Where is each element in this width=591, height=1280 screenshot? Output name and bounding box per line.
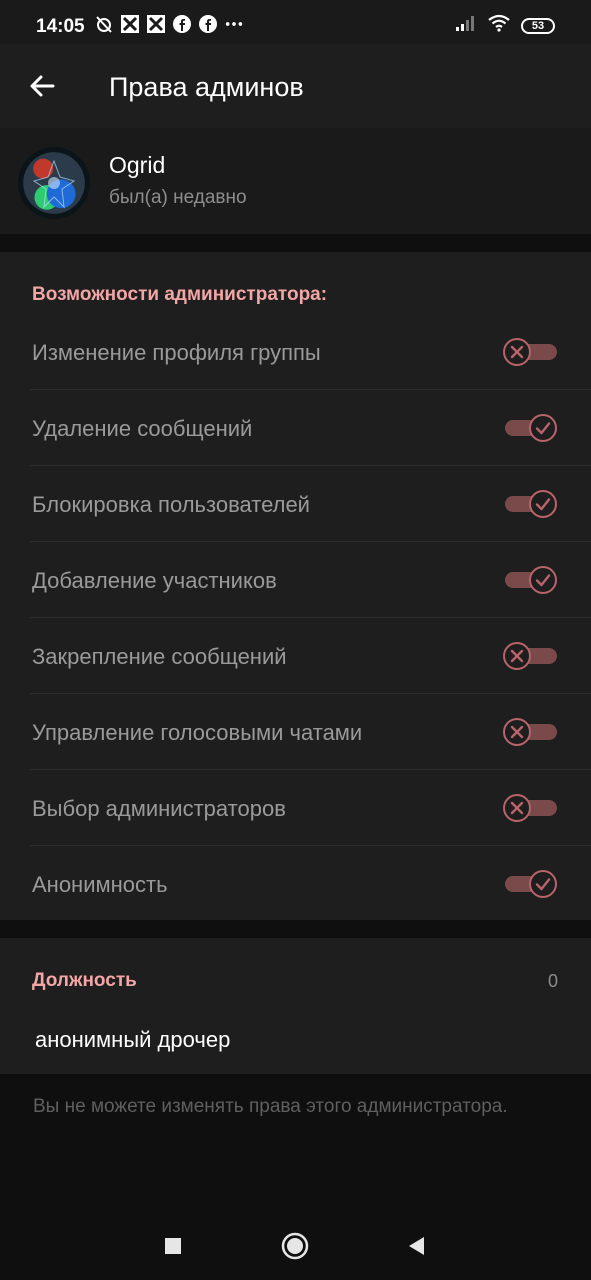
permission-label: Удаление сообщений bbox=[32, 416, 253, 441]
close-icon bbox=[503, 642, 531, 670]
permission-label: Изменение профиля группы bbox=[32, 340, 321, 365]
permission-toggle[interactable] bbox=[503, 640, 559, 672]
app-icon bbox=[120, 14, 140, 34]
position-char-counter: 0 bbox=[547, 971, 558, 991]
permission-toggle[interactable] bbox=[503, 716, 559, 748]
app-bar: Права админов bbox=[0, 44, 591, 128]
page-title: Права админов bbox=[109, 72, 304, 102]
triangle-back-icon bbox=[409, 1237, 424, 1255]
permission-row-add-admins[interactable]: Выбор администраторов bbox=[30, 770, 591, 846]
status-time: 14:05 bbox=[36, 16, 85, 37]
system-nav-bar bbox=[0, 1200, 591, 1280]
footer-note: Вы не можете изменять права этого админи… bbox=[33, 1096, 508, 1117]
permission-row-pin-messages[interactable]: Закрепление сообщений bbox=[30, 618, 591, 694]
permission-label: Блокировка пользователей bbox=[32, 492, 310, 517]
close-icon bbox=[503, 338, 531, 366]
position-header: Должность bbox=[32, 970, 137, 991]
check-icon bbox=[529, 566, 557, 594]
permission-toggle[interactable] bbox=[503, 564, 559, 596]
permission-label: Анонимность bbox=[32, 872, 168, 897]
square-icon bbox=[165, 1238, 181, 1254]
permission-toggle[interactable] bbox=[503, 792, 559, 824]
permissions-header: Возможности администратора: bbox=[32, 284, 328, 305]
system-status-icons: 53 bbox=[455, 14, 555, 37]
facebook-icon bbox=[172, 14, 192, 34]
permission-toggle[interactable] bbox=[503, 868, 559, 900]
home-circle-icon bbox=[281, 1232, 309, 1260]
permission-toggle[interactable] bbox=[503, 412, 559, 444]
admin-profile[interactable] bbox=[0, 128, 591, 234]
app-icon bbox=[146, 14, 166, 34]
permission-row-change-profile[interactable]: Изменение профиля группы bbox=[30, 314, 591, 390]
back-nav-button[interactable] bbox=[398, 1228, 434, 1264]
permission-toggle[interactable] bbox=[503, 336, 559, 368]
battery-indicator: 53 bbox=[521, 17, 555, 34]
permission-row-delete-messages[interactable]: Удаление сообщений bbox=[30, 390, 591, 466]
check-icon bbox=[529, 870, 557, 898]
arrow-left-icon bbox=[30, 75, 55, 97]
position-input[interactable] bbox=[33, 1022, 557, 1058]
permission-row-voice-chats[interactable]: Управление голосовыми чатами bbox=[30, 694, 591, 770]
check-icon bbox=[529, 414, 557, 442]
close-icon bbox=[503, 794, 531, 822]
back-button[interactable] bbox=[22, 66, 62, 106]
notification-icons bbox=[94, 14, 244, 34]
check-icon bbox=[529, 490, 557, 518]
permission-row-add-members[interactable]: Добавление участников bbox=[30, 542, 591, 618]
recents-button[interactable] bbox=[155, 1228, 191, 1264]
facebook-icon bbox=[198, 14, 218, 34]
permission-label: Выбор администраторов bbox=[32, 796, 286, 821]
permission-row-anonymous[interactable]: Анонимность bbox=[30, 846, 591, 922]
permission-label: Добавление участников bbox=[32, 568, 277, 593]
permission-row-ban-users[interactable]: Блокировка пользователей bbox=[30, 466, 591, 542]
permission-toggle[interactable] bbox=[503, 488, 559, 520]
profile-status: был(а) недавно bbox=[109, 187, 247, 208]
alarm-off-icon bbox=[94, 14, 114, 34]
permission-label: Закрепление сообщений bbox=[32, 644, 287, 669]
close-icon bbox=[503, 718, 531, 746]
more-icon bbox=[224, 14, 244, 34]
permissions-section: Возможности администратора: Изменение пр… bbox=[0, 252, 591, 920]
permission-label: Управление голосовыми чатами bbox=[32, 720, 363, 745]
profile-name: Ogrid bbox=[109, 152, 166, 178]
signal-icon bbox=[455, 14, 477, 37]
status-bar: 14:05 53 bbox=[0, 0, 591, 44]
avatar[interactable] bbox=[18, 147, 90, 219]
wifi-icon bbox=[487, 14, 511, 37]
home-button[interactable] bbox=[277, 1228, 313, 1264]
